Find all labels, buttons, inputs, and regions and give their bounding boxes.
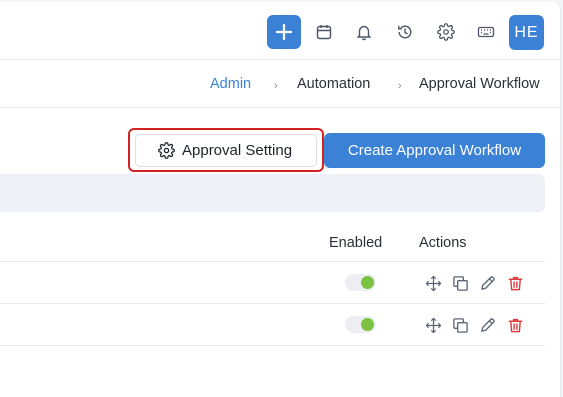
column-header-enabled: Enabled <box>329 235 383 251</box>
edit-button[interactable] <box>478 274 496 292</box>
move-button[interactable] <box>424 316 442 334</box>
calendar-button[interactable] <box>307 15 341 49</box>
avatar[interactable]: HE <box>509 15 544 50</box>
move-icon <box>425 317 441 333</box>
breadcrumb-admin[interactable]: Admin <box>210 76 251 92</box>
copy-icon <box>452 317 468 333</box>
approval-setting-button[interactable]: Approval Setting <box>135 134 317 167</box>
column-header-actions: Actions <box>419 235 467 251</box>
calendar-icon <box>316 25 332 40</box>
gear-icon <box>158 142 175 159</box>
copy-icon <box>452 275 468 291</box>
copy-button[interactable] <box>451 316 469 334</box>
enabled-toggle[interactable] <box>345 316 376 333</box>
breadcrumb: Admin › Automation › Approval Workflow <box>0 60 560 108</box>
history-icon <box>398 25 412 39</box>
settings-button[interactable] <box>429 15 463 49</box>
divider <box>0 261 545 262</box>
delete-button[interactable] <box>506 274 524 292</box>
history-button[interactable] <box>388 15 422 49</box>
notifications-button[interactable] <box>347 15 381 49</box>
edit-icon <box>480 317 495 332</box>
enabled-toggle[interactable] <box>345 274 376 291</box>
plus-icon <box>275 23 293 41</box>
copy-button[interactable] <box>451 274 469 292</box>
delete-icon <box>508 318 522 332</box>
add-button[interactable] <box>267 15 301 49</box>
breadcrumb-separator: › <box>274 80 278 92</box>
top-header: HE <box>0 2 560 60</box>
filter-bar <box>0 174 545 212</box>
edit-icon <box>480 275 495 290</box>
bell-icon <box>356 25 372 41</box>
breadcrumb-automation[interactable]: Automation <box>297 76 370 92</box>
create-approval-workflow-button[interactable]: Create Approval Workflow <box>324 133 545 168</box>
main-card: HE Admin › Automation › Approval Workflo… <box>0 2 561 397</box>
move-button[interactable] <box>424 274 442 292</box>
divider <box>0 303 545 304</box>
approval-setting-label: Approval Setting <box>182 142 293 159</box>
gear-icon <box>437 23 455 41</box>
keyboard-shortcuts-button[interactable] <box>469 15 503 49</box>
edit-button[interactable] <box>478 316 496 334</box>
breadcrumb-current: Approval Workflow <box>419 76 540 92</box>
breadcrumb-separator: › <box>398 80 402 92</box>
delete-icon <box>508 276 522 290</box>
divider <box>0 345 545 346</box>
keyboard-icon <box>477 26 495 38</box>
delete-button[interactable] <box>506 316 524 334</box>
move-icon <box>425 275 441 291</box>
